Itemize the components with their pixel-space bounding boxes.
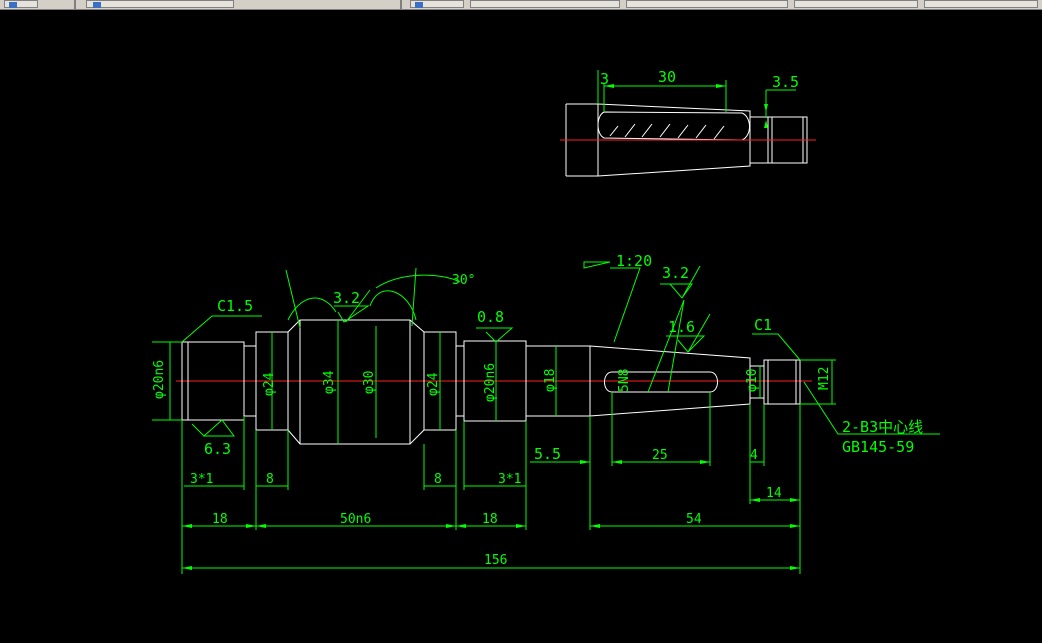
roughness-0-8: 0.8 [477,308,504,326]
diameter-dims: φ20n6 φ24 φ34 φ30 φ24 φ20n6 φ18 5N8 φ10 … [152,320,836,444]
toolbar-button-4[interactable] [470,0,620,8]
toolbar-button-7[interactable] [924,0,1038,8]
detail-dim-30: 30 [658,68,676,86]
detail-dim-3-5: 3.5 [772,73,799,91]
dia-20n6-right: φ20n6 [483,363,498,402]
dia-30: φ30 [362,371,377,394]
detail-hatch [609,123,725,140]
dim-156: 156 [484,553,507,568]
chamfer-left: C1.5 [217,297,253,315]
dim-arrow [612,460,622,464]
roughness-6-3: 6.3 [204,440,231,458]
chamfer-leader-left [181,315,262,343]
toolbar-button-5[interactable] [626,0,788,8]
dim-arrow [446,524,456,528]
roughness-symbol-0-8 [476,327,514,343]
dim-arrow [246,524,256,528]
dim-arrow [790,498,800,502]
thread-size: M12 [817,367,832,390]
detail-keyway [597,111,750,141]
dim-50n6: 50n6 [340,512,371,527]
open-icon [9,2,17,8]
cad-toolbar [0,0,1042,10]
roughness-3-2-a: 3.2 [333,289,360,307]
dim-3x1-right: 3*1 [498,472,521,487]
length-dims: 3*1 8 8 3*1 5.5 25 4 14 18 50n6 18 54 15… [181,392,801,574]
roughness-1-6: 1.6 [668,318,695,336]
toolbar-button-3[interactable] [410,0,464,8]
dim-3x1-left: 3*1 [190,472,213,487]
dim-18-right: 18 [482,512,498,527]
dim-arrow [590,524,600,528]
dia-24-right: φ24 [426,372,441,396]
roughness-3-2-b: 3.2 [662,264,689,282]
dia-10: φ10 [745,369,760,392]
dim-arrow [700,460,710,464]
dia-18: φ18 [543,369,558,392]
match-icon [415,2,423,8]
dim-arrow [790,566,800,570]
dim-18-left: 18 [212,512,228,527]
dim-arrow [182,524,192,528]
taper-ratio: 1:20 [616,252,652,270]
center-hole-spec: 2-B3中心线 [842,418,923,436]
roughness-symbol-6-3 [191,419,235,437]
dim-4: 4 [750,448,758,463]
detail-view: 3 30 3.5 [560,68,816,177]
annotations: C1.5 C1 1:20 30° 3.2 0.8 3.2 1.6 6.3 2-B… [181,252,940,458]
drawing-canvas[interactable]: 3 30 3.5 φ20n6 φ24 φ34 φ30 φ24 φ20n6 φ18… [0,10,1042,643]
toolbar-separator [400,0,402,9]
dim-arrow [456,524,466,528]
dim-25: 25 [652,448,668,463]
main-view: φ20n6 φ24 φ34 φ30 φ24 φ20n6 φ18 5N8 φ10 … [152,252,940,574]
dim-8-right: 8 [434,472,442,487]
dim-8-left: 8 [266,472,274,487]
chamfer-angle: 30° [452,273,475,288]
dim-arrow [580,460,590,464]
keyway-width: 5N8 [617,369,632,392]
dim-arrow [716,84,726,88]
dia-34: φ34 [322,370,337,394]
dim-54: 54 [686,512,702,527]
dim-arrow [256,524,266,528]
cad-window: 3 30 3.5 φ20n6 φ24 φ34 φ30 φ24 φ20n6 φ18… [0,0,1042,643]
chamfer-right: C1 [754,316,772,334]
dim-arrow [764,120,768,128]
center-hole-std: GB145-59 [842,438,914,456]
dia-24-left: φ24 [262,372,277,396]
layer-icon [93,2,101,8]
dia-20n6-left: φ20n6 [152,360,167,399]
dim-arrow [790,524,800,528]
dim-arrow [750,498,760,502]
taper-symbol [583,261,641,343]
dim-14: 14 [766,486,782,501]
dim-5-5: 5.5 [534,445,561,463]
dim-arrow [764,104,768,112]
detail-dim-3: 3 [600,70,609,88]
toolbar-button-2[interactable] [86,0,234,8]
dim-arrow [182,566,192,570]
dim-arrow [516,524,526,528]
chamfer-leader-right [752,333,801,361]
shaft-collar [287,319,425,445]
toolbar-button-1[interactable] [4,0,38,8]
toolbar-button-6[interactable] [794,0,918,8]
toolbar-separator [74,0,76,9]
